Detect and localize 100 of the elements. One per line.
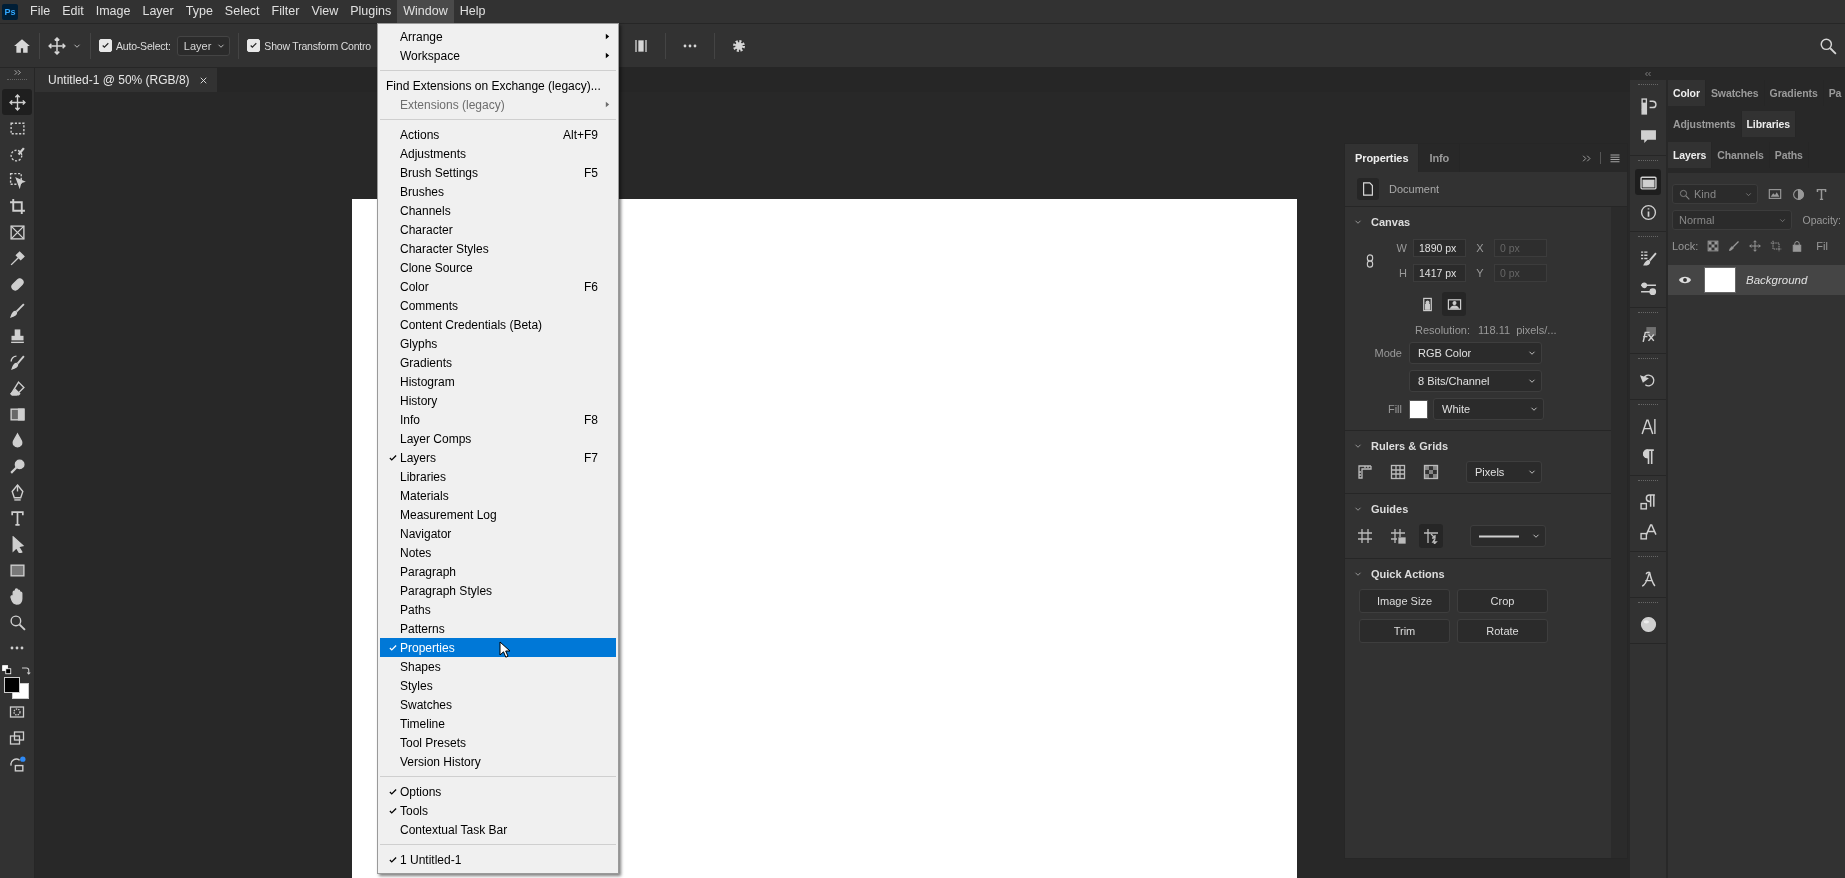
lock-icon [1791,240,1804,252]
menu-item[interactable]: Adjustments [380,144,616,163]
action-button[interactable]: Rotate [1457,619,1548,643]
menu-item[interactable]: View [305,0,345,23]
check-icon [388,805,398,816]
panel-tab[interactable]: Pa [1823,80,1845,106]
menu-item[interactable]: Styles [380,676,616,695]
panel-tab[interactable]: Properties [1345,144,1420,172]
menu-item[interactable]: Patterns [380,619,616,638]
menu-item[interactable]: Layer [136,0,180,23]
mode-dropdown[interactable]: RGB Color [1409,342,1542,364]
units-dropdown[interactable]: Pixels [1466,461,1542,483]
orientation-button[interactable] [1442,292,1466,316]
menu-item[interactable]: Arrange [380,27,616,46]
menu-item[interactable]: Options [380,782,616,801]
menu-item[interactable]: Character Styles [380,239,616,258]
color-swatches-drawing[interactable] [4,677,30,699]
menu-item[interactable]: History [380,391,616,410]
swap-icon[interactable] [19,665,31,677]
menu-item[interactable]: Brushes [380,182,616,201]
menu-item[interactable]: Clone Source [380,258,616,277]
menu-item[interactable]: 1 Untitled-1 [380,850,616,869]
target-dropdown[interactable]: Layer [176,35,231,56]
menu-item[interactable]: File [24,0,57,23]
submenu-arrow-icon [603,51,612,60]
stamp-icon [8,327,26,345]
document-tab[interactable]: Untitled-1 @ 50% (RGB/8) [35,68,217,92]
menu-item[interactable]: Histogram [380,372,616,391]
menu-item[interactable]: Content Credentials (Beta) [380,315,616,334]
action-button[interactable]: Crop [1457,589,1548,613]
menu-item[interactable]: Shapes [380,657,616,676]
menu-item[interactable]: Plugins [344,0,398,23]
panel-tab[interactable]: Color [1668,80,1706,106]
panel-tab[interactable]: Info [1419,144,1461,172]
menu-item[interactable]: Edit [56,0,90,23]
menu-item[interactable]: Measurement Log [380,505,616,524]
layer-row[interactable]: Background [1668,265,1845,295]
tool-button[interactable] [2,89,32,115]
menu-item[interactable]: Navigator [380,524,616,543]
width-field[interactable]: 1890 px [1413,239,1466,257]
menu-item[interactable]: Tools [380,801,616,820]
menu-item[interactable]: Gradients [380,353,616,372]
menu-item[interactable]: Channels [380,201,616,220]
menu-item[interactable]: Tool Presets [380,733,616,752]
menu-item[interactable]: Actions Alt+F9 [380,125,616,144]
menu-item[interactable]: Layers F7 [380,448,616,467]
menu-item[interactable]: Layer Comps [380,429,616,448]
panel-tab[interactable]: Adjustments [1668,111,1742,137]
guide-button[interactable] [1419,524,1443,548]
menu-item[interactable]: Notes [380,543,616,562]
line-style-dropdown[interactable] [1470,525,1546,547]
menu-item[interactable]: Swatches [380,695,616,714]
menu-item[interactable]: Type [179,0,219,23]
eraser-icon [8,379,26,397]
menu-item[interactable]: Glyphs [380,334,616,353]
menu-item[interactable]: Window [397,0,454,23]
move-icon [8,93,26,111]
panel-button[interactable] [1635,169,1661,195]
panel-tab[interactable]: Libraries [1741,111,1796,137]
menu-item[interactable]: Help [453,0,492,23]
fill-dropdown[interactable]: White [1433,398,1544,420]
action-button[interactable]: Image Size [1359,589,1450,613]
menu-item[interactable]: Contextual Task Bar [380,820,616,839]
panel-tab[interactable]: Swatches [1705,80,1765,106]
menu-item[interactable]: Workspace [380,46,616,65]
height-field[interactable]: 1417 px [1413,264,1466,282]
menu-item[interactable]: Character [380,220,616,239]
menu-item[interactable]: Paths [380,600,616,619]
bit-depth-dropdown[interactable]: 8 Bits/Channel [1409,370,1542,392]
blend-mode-dropdown[interactable]: Normal [1672,210,1793,230]
menu-item[interactable]: Paragraph [380,562,616,581]
menu-item[interactable]: Image [89,0,137,23]
menu-item[interactable]: Paragraph Styles [380,581,616,600]
check-icon [388,642,398,653]
menu-item[interactable]: Libraries [380,467,616,486]
menu-item[interactable]: Timeline [380,714,616,733]
fill-swatch[interactable] [1409,399,1428,419]
menu-item[interactable]: Select [218,0,266,23]
menu-item[interactable]: Comments [380,296,616,315]
menu-item[interactable]: Color F6 [380,277,616,296]
fill-label: Fil [1816,240,1828,252]
panel-tab[interactable]: Layers [1668,142,1713,168]
shortcut-label: Alt+F9 [563,127,598,142]
panel-tab[interactable]: Channels [1712,142,1770,168]
panel-tab[interactable]: Gradients [1764,80,1824,106]
menu-item[interactable]: Properties [380,638,616,657]
panel-tab[interactable]: Paths [1769,142,1809,168]
action-button[interactable]: Trim [1359,619,1450,643]
menu-item[interactable]: Materials [380,486,616,505]
default-colors-icon[interactable] [2,665,12,675]
menu-item[interactable]: Version History [380,752,616,771]
menu-item[interactable]: Info F8 [380,410,616,429]
filter-dropdown[interactable]: Kind [1672,184,1758,204]
checkbox[interactable] [99,39,112,52]
layer-thumbnail [1704,267,1736,293]
menu-item[interactable]: Find Extensions on Exchange (legacy)... [380,76,616,95]
collapse-icon [1581,152,1592,164]
menu-item[interactable]: Filter [265,0,306,23]
checkbox[interactable] [247,39,261,52]
menu-item[interactable]: Brush Settings F5 [380,163,616,182]
